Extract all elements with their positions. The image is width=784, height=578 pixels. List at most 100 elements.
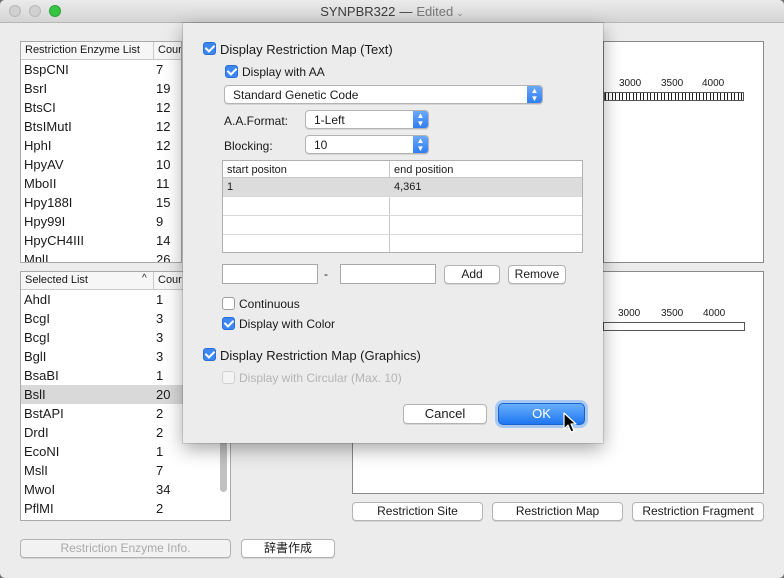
range-end-cell: 4,361 [394, 181, 422, 193]
up-down-arrows-icon: ▲ ▼ [413, 136, 428, 153]
enzyme-count: 1 [156, 368, 164, 383]
display-with-color-label[interactable]: Display with Color [239, 317, 335, 331]
ruler-tick-3000: 3000 [619, 78, 642, 89]
restriction-map-options-sheet: Display Restriction Map (Text) Display w… [183, 23, 603, 443]
enzyme-count: 7 [156, 62, 164, 77]
display-circular-checkbox [222, 371, 235, 384]
enzyme-count: 3 [156, 349, 164, 364]
enzyme-name: BsaBI [24, 368, 59, 383]
blocking-value: 10 [314, 138, 328, 152]
table-row[interactable]: MboII 11 [21, 174, 181, 193]
table-row[interactable]: HpyCH4III 14 [21, 231, 181, 250]
aa-format-popup[interactable]: 1-Left ▲ ▼ [305, 110, 429, 129]
display-text-map-checkbox[interactable] [203, 42, 216, 55]
display-with-color-checkbox[interactable] [222, 317, 235, 330]
enzyme-info-button[interactable]: Restriction Enzyme Info. [20, 539, 231, 558]
enzyme-list-column-name[interactable]: Restriction Enzyme List [25, 44, 140, 56]
enzyme-count: 12 [156, 100, 171, 115]
table-row[interactable]: BspCNI 7 [21, 60, 181, 79]
enzyme-count: 1 [156, 444, 164, 459]
enzyme-name: Hpy188I [24, 195, 73, 210]
enzyme-list-column-count[interactable]: Cour [153, 42, 181, 60]
enzyme-list-table[interactable]: Restriction Enzyme List Cour BspCNI 7 BsrI… [20, 41, 182, 263]
end-position-header[interactable]: end position [394, 164, 453, 176]
main-window: SYNPBR322— Edited ⌄ Restriction Enzyme Lis… [0, 0, 784, 578]
start-position-header[interactable]: start positon [227, 164, 287, 176]
table-row[interactable]: EcoNI 1 [21, 442, 230, 461]
window-title[interactable]: SYNPBR322— Edited ⌄ [0, 4, 784, 19]
table-row[interactable]: MnlI 26 [21, 250, 181, 262]
enzyme-count: 3 [156, 311, 164, 326]
table-row[interactable]: Hpy99I 9 [21, 212, 181, 231]
ruler-tick-4000: 4000 [702, 78, 725, 89]
enzyme-count: 2 [156, 406, 164, 421]
table-row[interactable] [223, 216, 582, 235]
enzyme-name: DrdI [24, 425, 49, 440]
table-row[interactable]: PflMI 2 [21, 499, 230, 518]
continuous-checkbox[interactable] [222, 297, 235, 310]
table-row[interactable]: BsrI 19 [21, 79, 181, 98]
add-button[interactable]: Add [444, 265, 500, 284]
table-row[interactable]: BtsCI 12 [21, 98, 181, 117]
enzyme-name: HphI [24, 138, 52, 153]
display-circular-label: Display with Circular (Max. 10) [239, 371, 402, 385]
display-with-aa-label[interactable]: Display with AA [242, 65, 325, 79]
table-row[interactable]: BtsIMutI 12 [21, 117, 181, 136]
enzyme-list-rows: BspCNI 7 BsrI 19 BtsCI 12 BtsIMutI 12 HphI 12 HpyA… [21, 60, 181, 262]
enzyme-list-header: Restriction Enzyme List Cour [21, 42, 181, 60]
enzyme-count: 12 [156, 119, 171, 134]
selected-list-column-name[interactable]: Selected List [25, 274, 88, 286]
enzyme-count: 7 [156, 463, 164, 478]
range-table-header: start positon end position [223, 161, 582, 178]
sort-ascending-icon[interactable]: ^ [142, 273, 147, 284]
restriction-site-button[interactable]: Restriction Site [352, 502, 483, 521]
chevron-down-icon[interactable]: ⌄ [456, 8, 464, 18]
enzyme-name: MslI [24, 463, 48, 478]
range-end-input[interactable] [340, 264, 436, 284]
display-graphics-map-label[interactable]: Display Restriction Map (Graphics) [220, 348, 421, 363]
selected-list-column-count[interactable]: Cour [153, 272, 182, 290]
genetic-code-value: Standard Genetic Code [233, 88, 359, 102]
enzyme-name: BglI [24, 349, 47, 364]
enzyme-count: 14 [156, 233, 171, 248]
display-with-aa-checkbox[interactable] [225, 65, 238, 78]
table-row[interactable]: HphI 12 [21, 136, 181, 155]
table-row[interactable]: MwoI 34 [21, 480, 230, 499]
range-start-cell: 1 [227, 181, 234, 193]
enzyme-count: 15 [156, 195, 171, 210]
genetic-code-popup[interactable]: Standard Genetic Code ▲ ▼ [224, 85, 543, 104]
enzyme-count: 2 [156, 425, 164, 440]
table-row[interactable]: Hpy188I 15 [21, 193, 181, 212]
continuous-label[interactable]: Continuous [239, 297, 300, 311]
enzyme-name: PflMI [24, 501, 54, 516]
range-start-input[interactable] [222, 264, 318, 284]
table-row[interactable]: HpyAV 10 [21, 155, 181, 174]
table-row[interactable] [223, 197, 582, 216]
enzyme-name: BtsIMutI [24, 119, 72, 134]
enzyme-count: 9 [156, 214, 164, 229]
enzyme-name: BcgI [24, 330, 51, 345]
table-row[interactable]: MslI 7 [21, 461, 230, 480]
enzyme-name: MwoI [24, 482, 56, 497]
restriction-fragment-button[interactable]: Restriction Fragment [632, 502, 764, 521]
enzyme-count: 20 [156, 387, 171, 402]
dictionary-button[interactable]: 辞書作成 [241, 539, 335, 558]
edited-status: Edited [416, 4, 454, 19]
remove-button[interactable]: Remove [508, 265, 566, 284]
range-table[interactable]: start positon end position 1 4,361 [222, 160, 583, 253]
table-row[interactable]: 1 4,361 [223, 178, 582, 197]
enzyme-name: HpyAV [24, 157, 64, 172]
enzyme-name: BstAPI [24, 406, 64, 421]
sequence-map-bar [604, 92, 744, 101]
table-row[interactable] [223, 235, 582, 254]
display-text-map-label[interactable]: Display Restriction Map (Text) [220, 42, 393, 57]
restriction-map-button[interactable]: Restriction Map [492, 502, 623, 521]
ruler-tick-4000: 4000 [703, 308, 726, 319]
graphic-map-bar [603, 322, 745, 331]
restriction-map-top-pane[interactable]: 3000 3500 4000 [603, 41, 764, 263]
enzyme-count: 3 [156, 330, 164, 345]
blocking-popup[interactable]: 10 ▲ ▼ [305, 135, 429, 154]
cancel-button[interactable]: Cancel [403, 404, 487, 424]
display-graphics-map-checkbox[interactable] [203, 348, 216, 361]
enzyme-count: 19 [156, 81, 171, 96]
